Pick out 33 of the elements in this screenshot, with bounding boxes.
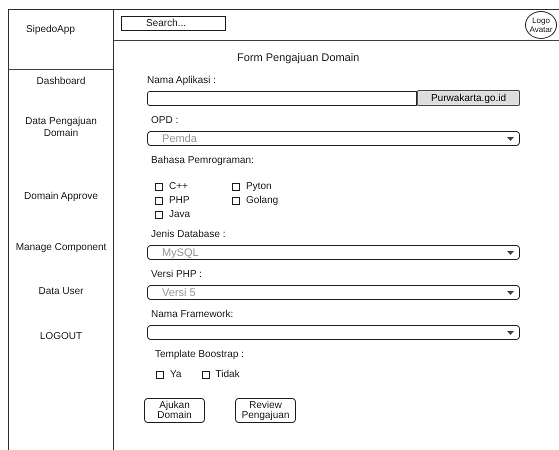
field-label: Jenis Database :	[151, 229, 226, 241]
dropdown-field[interactable]	[147, 325, 520, 340]
dropdown-caret-icon	[507, 250, 514, 254]
dropdown-caret-icon	[507, 136, 514, 140]
field-label: Template Boostrap :	[155, 349, 245, 361]
app-name: SipedoApp	[26, 24, 75, 36]
form-button[interactable]: Review Pengajuan	[235, 398, 296, 423]
sidebar-item[interactable]: LOGOUT	[40, 331, 82, 343]
checkbox[interactable]: Golang	[232, 195, 312, 206]
field-label: Nama Aplikasi :	[147, 75, 217, 87]
checkbox[interactable]: Ya	[156, 369, 182, 380]
form-title: Form Pengajuan Domain	[237, 52, 360, 66]
checkbox[interactable]: C++	[155, 181, 232, 192]
sidebar-item[interactable]: Manage Component	[16, 242, 106, 254]
field-label: OPD :	[151, 115, 180, 127]
domain-suffix-button[interactable]: Purwakarta.go.id	[417, 90, 520, 106]
form-button[interactable]: Ajukan Domain	[144, 398, 205, 423]
field-label: Nama Framework:	[151, 309, 234, 321]
field-label: Bahasa Pemrograman:	[151, 155, 255, 167]
checkbox[interactable]: PHP	[155, 195, 232, 206]
checkbox[interactable]: Tidak	[202, 369, 240, 380]
dropdown-caret-icon	[507, 330, 514, 334]
sidebar-item[interactable]: Data Pengajuan Domain	[21, 116, 101, 140]
sidebar-item[interactable]: Data User	[38, 286, 84, 298]
sidebar-item[interactable]: Domain Approve	[24, 191, 98, 203]
search-field[interactable]: Search...	[121, 16, 226, 31]
avatar-placeholder[interactable]: Logo Avatar	[525, 11, 557, 39]
input-field[interactable]	[147, 91, 417, 106]
field-label: Versi PHP :	[151, 269, 203, 281]
dropdown-caret-icon	[507, 290, 514, 294]
sidebar-item[interactable]: Dashboard	[36, 76, 86, 88]
checkbox[interactable]: Pyton	[232, 181, 312, 192]
checkbox[interactable]: Java	[155, 209, 232, 220]
